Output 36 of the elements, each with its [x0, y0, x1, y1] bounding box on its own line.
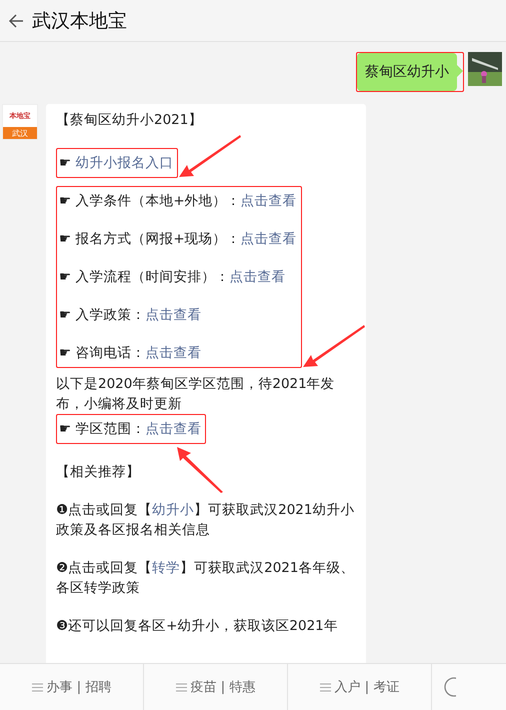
link[interactable]: 点击查看: [145, 345, 202, 361]
link[interactable]: 幼升小报名入口: [75, 155, 174, 171]
back-icon[interactable]: [8, 12, 24, 28]
bubble-tail: [457, 65, 463, 77]
section-heading: 【相关推荐】: [56, 463, 141, 482]
link-line: ☛ 入学流程（时间安排）：点击查看: [59, 268, 286, 287]
annotation-arrow: [302, 325, 365, 369]
menu-icon: [176, 682, 187, 692]
window-title: 武汉本地宝: [32, 8, 127, 34]
link-line: ☛ 报名方式（网报+现场）：点击查看: [59, 230, 297, 249]
menu-button[interactable]: 办事 | 招聘: [0, 664, 144, 710]
logo-label: 武汉: [3, 127, 37, 139]
link[interactable]: 幼升小: [152, 502, 194, 518]
menu-icon: [320, 682, 331, 692]
link-line: ☛ 咨询电话：点击查看: [59, 344, 202, 363]
link[interactable]: 转学: [152, 560, 180, 576]
link[interactable]: 点击查看: [145, 307, 202, 323]
link[interactable]: 点击查看: [240, 231, 297, 247]
message-bubble: 蔡甸区幼升小: [357, 53, 457, 91]
link[interactable]: 点击查看: [229, 269, 286, 285]
recommendation-text: ❷点击或回复【转学】可获取武汉2021各年级、各区转学政策: [56, 559, 356, 598]
menu-icon: [32, 682, 43, 692]
annotation-arrow: [179, 135, 242, 179]
annotation-arrow: [177, 447, 223, 493]
link[interactable]: 点击查看: [240, 193, 297, 209]
link-line: ☛ 幼升小报名入口: [59, 154, 174, 173]
menu-button[interactable]: 疫苗 | 特惠: [144, 664, 288, 710]
link-line: ☛ 入学政策：点击查看: [59, 306, 202, 325]
link[interactable]: 点击查看: [145, 421, 202, 437]
link-line: ☛ 学区范围：点击查看: [59, 420, 202, 439]
recommendation-text: ❶点击或回复【幼升小】可获取武汉2021幼升小政策及各区报名相关信息: [56, 501, 356, 540]
section-heading: 【蔡甸区幼升小2021】: [56, 111, 204, 130]
menu-button[interactable]: 入户 | 考证: [288, 664, 432, 710]
link-line: ☛ 入学条件（本地+外地）：点击查看: [59, 192, 297, 211]
paragraph: 以下是2020年蔡甸区学区范围，待2021年发布，小编将及时更新: [56, 375, 336, 414]
recommendation-text: ❸还可以回复各区+幼升小，获取该区2021年: [56, 617, 339, 636]
